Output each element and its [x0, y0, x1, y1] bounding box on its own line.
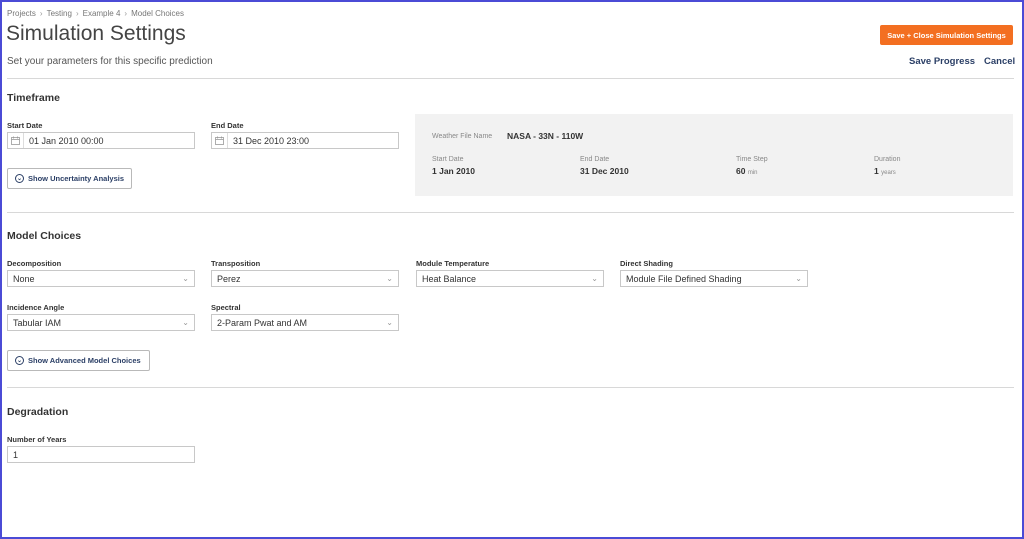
spectral-value: 2-Param Pwat and AM	[217, 317, 308, 328]
start-date-value: 01 Jan 2010 00:00	[29, 135, 104, 146]
duration-label: Duration	[874, 156, 901, 163]
chevron-down-icon: ⌄	[591, 274, 598, 283]
end-date-label: End Date	[211, 121, 244, 130]
weather-start-label: Start Date	[432, 156, 464, 163]
weather-end-value: 31 Dec 2010	[580, 166, 629, 176]
number-of-years-label: Number of Years	[7, 435, 67, 444]
save-close-button[interactable]: Save + Close Simulation Settings	[880, 25, 1013, 45]
page-subtitle: Set your parameters for this specific pr…	[7, 56, 213, 67]
time-step-unit: min	[747, 170, 758, 176]
number-of-years-input[interactable]: 1	[7, 446, 195, 463]
spectral-label: Spectral	[211, 303, 241, 312]
transposition-label: Transposition	[211, 259, 261, 268]
divider	[7, 387, 1014, 388]
model-choices-title: Model Choices	[7, 230, 82, 242]
breadcrumb-example[interactable]: Example 4	[83, 9, 121, 18]
chevron-down-icon: ⌄	[182, 318, 189, 327]
chevron-down-circle-icon: ⌄	[15, 174, 24, 183]
breadcrumb-current: Model Choices	[131, 9, 184, 18]
breadcrumb: Projects › Testing › Example 4 › Model C…	[7, 9, 184, 18]
end-date-value: 31 Dec 2010 23:00	[233, 135, 310, 146]
spectral-select[interactable]: 2-Param Pwat and AM ⌄	[211, 314, 399, 331]
direct-shading-value: Module File Defined Shading	[626, 273, 742, 284]
transposition-select[interactable]: Perez ⌄	[211, 270, 399, 287]
decomposition-label: Decomposition	[7, 259, 62, 268]
start-date-input[interactable]: 01 Jan 2010 00:00	[7, 132, 195, 149]
weather-start-value: 1 Jan 2010	[432, 166, 476, 176]
duration-number: 1	[874, 166, 879, 176]
weather-file-panel: Weather File Name NASA - 33N - 110W Star…	[415, 114, 1013, 196]
chevron-down-icon: ⌄	[182, 274, 189, 283]
duration-unit: years	[881, 170, 896, 176]
save-progress-link[interactable]: Save Progress	[909, 56, 975, 67]
divider	[7, 78, 1014, 79]
degradation-title: Degradation	[7, 406, 69, 418]
chevron-down-icon: ⌄	[386, 318, 393, 327]
show-uncertainty-label: Show Uncertainty Analysis	[28, 174, 124, 183]
module-temperature-label: Module Temperature	[416, 259, 490, 268]
chevron-down-icon: ⌄	[386, 274, 393, 283]
direct-shading-select[interactable]: Module File Defined Shading ⌄	[620, 270, 808, 287]
direct-shading-label: Direct Shading	[620, 259, 673, 268]
weather-file-label: Weather File Name	[432, 133, 493, 140]
show-advanced-model-button[interactable]: ⌄ Show Advanced Model Choices	[7, 350, 150, 371]
chevron-down-icon: ⌄	[795, 274, 802, 283]
weather-file-value: NASA - 33N - 110W	[507, 131, 584, 141]
show-advanced-label: Show Advanced Model Choices	[28, 356, 141, 365]
incidence-angle-select[interactable]: Tabular IAM ⌄	[7, 314, 195, 331]
time-step-label: Time Step	[736, 156, 768, 163]
calendar-icon[interactable]	[8, 133, 24, 148]
chevron-right-icon: ›	[124, 9, 128, 18]
duration-value: 1 years	[874, 166, 896, 176]
divider	[7, 212, 1014, 213]
incidence-angle-value: Tabular IAM	[13, 317, 62, 328]
decomposition-select[interactable]: None ⌄	[7, 270, 195, 287]
breadcrumb-testing[interactable]: Testing	[47, 9, 72, 18]
module-temperature-value: Heat Balance	[422, 273, 477, 284]
chevron-right-icon: ›	[39, 9, 43, 18]
incidence-angle-label: Incidence Angle	[7, 303, 65, 312]
show-uncertainty-button[interactable]: ⌄ Show Uncertainty Analysis	[7, 168, 132, 189]
number-of-years-value: 1	[13, 449, 19, 460]
time-step-number: 60	[736, 166, 746, 176]
end-date-input[interactable]: 31 Dec 2010 23:00	[211, 132, 399, 149]
calendar-icon[interactable]	[212, 133, 228, 148]
transposition-value: Perez	[217, 273, 241, 284]
cancel-link[interactable]: Cancel	[984, 56, 1015, 67]
chevron-down-circle-icon: ⌄	[15, 356, 24, 365]
chevron-right-icon: ›	[75, 9, 79, 18]
page-title: Simulation Settings	[6, 22, 186, 45]
start-date-label: Start Date	[7, 121, 43, 130]
module-temperature-select[interactable]: Heat Balance ⌄	[416, 270, 604, 287]
time-step-value: 60 min	[736, 166, 758, 176]
decomposition-value: None	[13, 273, 35, 284]
breadcrumb-projects[interactable]: Projects	[7, 9, 36, 18]
timeframe-title: Timeframe	[7, 92, 60, 104]
weather-end-label: End Date	[580, 156, 610, 163]
